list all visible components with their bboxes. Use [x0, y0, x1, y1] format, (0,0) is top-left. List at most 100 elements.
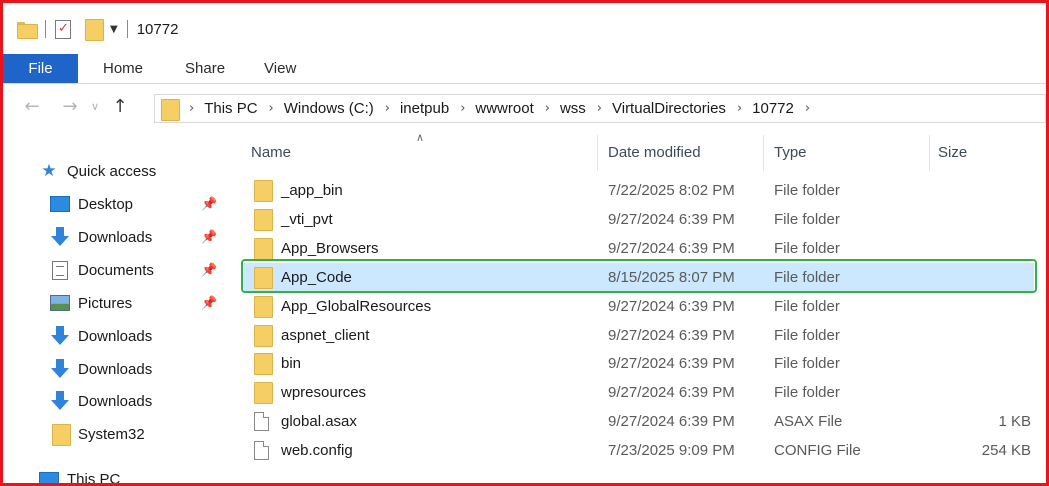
- sort-ascending-icon: ∧: [416, 131, 425, 144]
- file-name: aspnet_client: [281, 326, 370, 344]
- breadcrumb-inetpub[interactable]: inetpub: [400, 100, 449, 117]
- file-row-global-asax[interactable]: global.asax 9/27/2024 6:39 PM ASAX File …: [244, 407, 1034, 435]
- folder-icon: [254, 353, 273, 375]
- tab-home[interactable]: Home: [78, 54, 164, 83]
- folder-icon: [254, 180, 273, 202]
- up-arrow-icon[interactable]: ↑: [108, 96, 132, 117]
- file-row-app-bin[interactable]: _app_bin 7/22/2025 8:02 PM File folder: [244, 176, 1034, 204]
- file-row-app-browsers[interactable]: App_Browsers 9/27/2024 6:39 PM File fold…: [244, 234, 1034, 262]
- tab-share[interactable]: Share: [164, 54, 246, 83]
- star-icon: ★: [41, 161, 57, 181]
- pin-icon[interactable]: 📌: [201, 230, 217, 245]
- chevron-right-icon[interactable]: ›: [737, 101, 742, 116]
- file-date: 7/23/2025 9:09 PM: [608, 441, 735, 459]
- sidebar-item-label: Quick access: [67, 162, 157, 180]
- file-type: File folder: [774, 181, 840, 199]
- file-type: File folder: [774, 354, 840, 372]
- file-date: 9/27/2024 6:39 PM: [608, 354, 735, 372]
- chevron-right-icon[interactable]: ›: [460, 101, 465, 116]
- sidebar-item-downloads-4[interactable]: Downloads: [50, 386, 152, 416]
- file-row-vti-pvt[interactable]: _vti_pvt 9/27/2024 6:39 PM File folder: [244, 205, 1034, 233]
- pin-icon[interactable]: 📌: [201, 296, 217, 311]
- file-name-cell: aspnet_client: [254, 321, 369, 349]
- column-divider[interactable]: [929, 135, 930, 171]
- file-type: File folder: [774, 239, 840, 257]
- file-date: 9/27/2024 6:39 PM: [608, 383, 735, 401]
- file-name: wpresources: [281, 383, 367, 401]
- customize-toolbar-icon[interactable]: ▼: [110, 24, 118, 35]
- back-arrow-icon[interactable]: ←: [20, 96, 44, 117]
- file-row-app-globalresources[interactable]: App_GlobalResources 9/27/2024 6:39 PM Fi…: [244, 292, 1034, 320]
- file-name-cell: bin: [254, 349, 301, 377]
- chevron-right-icon[interactable]: ›: [545, 101, 550, 116]
- breadcrumb-virtualdirectories[interactable]: VirtualDirectories: [612, 100, 726, 117]
- sidebar-item-pictures[interactable]: Pictures: [50, 288, 132, 318]
- column-header-name[interactable]: Name: [251, 139, 291, 165]
- sidebar-item-documents[interactable]: Documents: [50, 255, 154, 285]
- tab-file[interactable]: File: [3, 54, 78, 83]
- breadcrumb-10772[interactable]: 10772: [752, 100, 794, 117]
- address-bar[interactable]: › This PC › Windows (C:) › inetpub › www…: [154, 94, 1046, 123]
- forward-arrow-icon[interactable]: →: [58, 96, 82, 117]
- folder-icon: [50, 424, 71, 446]
- sidebar-item-downloads-2[interactable]: Downloads: [50, 321, 152, 351]
- file-icon: [254, 411, 269, 431]
- chevron-right-icon[interactable]: ›: [189, 101, 194, 116]
- file-row-aspnet-client[interactable]: aspnet_client 9/27/2024 6:39 PM File fol…: [244, 321, 1034, 349]
- title-bar: ▼ 10772: [3, 3, 1046, 55]
- toolbar-separator: [126, 20, 128, 38]
- documents-icon: [50, 260, 70, 280]
- file-row-wpresources[interactable]: wpresources 9/27/2024 6:39 PM File folde…: [244, 378, 1034, 406]
- file-name: App_GlobalResources: [281, 297, 432, 315]
- pictures-icon: [50, 293, 70, 313]
- file-type: File folder: [774, 326, 840, 344]
- download-icon: [50, 326, 70, 346]
- breadcrumb-this-pc[interactable]: This PC: [204, 100, 257, 117]
- window-title: 10772: [136, 20, 179, 38]
- sidebar-item-label: Desktop: [78, 195, 134, 213]
- recent-locations-icon[interactable]: ∨: [86, 100, 104, 113]
- folder-icon: [17, 21, 38, 39]
- navigation-bar: ← → ∨ ↑ › This PC › Windows (C:) › inetp…: [3, 84, 1046, 129]
- file-name-cell: App_GlobalResources: [254, 292, 431, 320]
- column-header-size[interactable]: Size: [938, 139, 967, 165]
- sidebar-item-label: Downloads: [78, 360, 153, 378]
- file-icon: [254, 440, 269, 460]
- file-date: 9/27/2024 6:39 PM: [608, 210, 735, 228]
- folder-icon: [254, 296, 273, 318]
- chevron-right-icon[interactable]: ›: [805, 101, 810, 116]
- file-date: 9/27/2024 6:39 PM: [608, 412, 735, 430]
- chevron-right-icon[interactable]: ›: [269, 101, 274, 116]
- sidebar-item-label: Downloads: [78, 228, 153, 246]
- folder-icon: [254, 382, 273, 404]
- breadcrumb-windows-c[interactable]: Windows (C:): [284, 100, 374, 117]
- column-divider[interactable]: [763, 135, 764, 171]
- column-header-date[interactable]: Date modified: [608, 139, 701, 165]
- file-name-cell: global.asax: [254, 407, 357, 435]
- column-divider[interactable]: [597, 135, 598, 171]
- file-name: App_Browsers: [281, 239, 379, 257]
- sidebar-item-downloads-3[interactable]: Downloads: [50, 354, 152, 384]
- file-list: ∧ Name Date modified Type Size _app_bin …: [226, 129, 1046, 483]
- sidebar-item-label: System32: [78, 425, 145, 443]
- file-row-web-config[interactable]: web.config 7/23/2025 9:09 PM CONFIG File…: [244, 436, 1034, 464]
- sidebar-item-this-pc[interactable]: This PC: [39, 464, 120, 483]
- pin-icon[interactable]: 📌: [201, 263, 217, 278]
- chevron-right-icon[interactable]: ›: [597, 101, 602, 116]
- properties-icon[interactable]: [55, 19, 71, 39]
- new-folder-icon[interactable]: [85, 19, 104, 41]
- column-header-type[interactable]: Type: [774, 139, 807, 165]
- pin-icon[interactable]: 📌: [201, 197, 217, 212]
- file-row-bin[interactable]: bin 9/27/2024 6:39 PM File folder: [244, 349, 1034, 377]
- file-name-cell: _app_bin: [254, 176, 343, 204]
- sidebar-item-quick-access[interactable]: ★ Quick access: [39, 156, 156, 186]
- breadcrumb-wwwroot[interactable]: wwwroot: [475, 100, 533, 117]
- chevron-right-icon[interactable]: ›: [385, 101, 390, 116]
- breadcrumb-wss[interactable]: wss: [560, 100, 586, 117]
- sidebar-item-desktop[interactable]: Desktop: [50, 189, 133, 219]
- sidebar-item-system32[interactable]: System32: [50, 419, 145, 449]
- sidebar-item-downloads[interactable]: Downloads: [50, 222, 152, 252]
- file-type: ASAX File: [774, 412, 843, 430]
- tab-view[interactable]: View: [246, 54, 317, 83]
- file-name-cell: App_Browsers: [254, 234, 379, 262]
